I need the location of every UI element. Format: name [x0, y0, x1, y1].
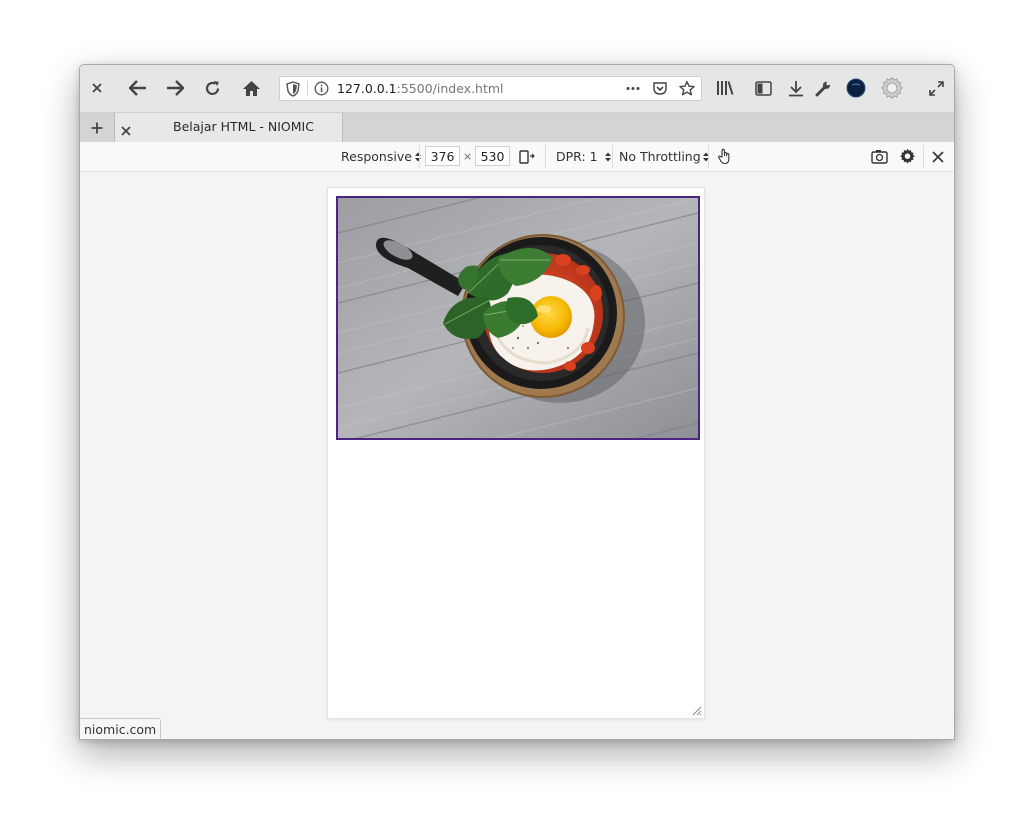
- device-viewport[interactable]: [328, 188, 704, 718]
- device-selector[interactable]: Responsive: [341, 142, 421, 171]
- tab-active[interactable]: Belajar HTML - NIOMIC: [114, 113, 343, 142]
- forward-arrow-icon[interactable]: [164, 77, 186, 99]
- close-rdm-icon[interactable]: [932, 142, 944, 171]
- page-actions-more-icon[interactable]: [625, 80, 641, 101]
- url-bar[interactable]: 127.0.0.1:5500/index.html: [279, 76, 702, 101]
- wrench-icon[interactable]: [812, 77, 834, 99]
- responsive-design-toolbar: Responsive 376 × 530 DPR: 1 No Throttlin…: [80, 142, 954, 172]
- pocket-icon[interactable]: [652, 80, 668, 101]
- tab-close-icon[interactable]: [121, 121, 131, 140]
- home-icon[interactable]: [240, 77, 262, 99]
- browser-toolbar: 127.0.0.1:5500/index.html: [80, 65, 954, 113]
- touch-simulation-icon[interactable]: [717, 142, 732, 171]
- toolbar-divider: [612, 145, 613, 168]
- rotate-viewport-icon[interactable]: [519, 142, 536, 171]
- tracking-shield-icon[interactable]: [286, 81, 300, 101]
- device-selector-label: Responsive: [341, 149, 412, 164]
- food-image: [338, 198, 698, 438]
- library-icon[interactable]: [714, 77, 736, 99]
- viewport-width-input[interactable]: 376: [425, 146, 460, 166]
- bookmark-star-icon[interactable]: [679, 80, 695, 101]
- toolbar-divider: [708, 145, 709, 168]
- download-icon[interactable]: [785, 77, 807, 99]
- tab-title: Belajar HTML - NIOMIC: [173, 119, 314, 134]
- status-bar-link: niomic.com: [80, 718, 162, 739]
- dpr-label: DPR: 1: [556, 149, 598, 164]
- throttling-selector[interactable]: No Throttling: [619, 142, 709, 171]
- tab-strip: Belajar HTML - NIOMIC: [80, 113, 954, 143]
- site-info-icon[interactable]: [314, 81, 329, 100]
- url-separator: [307, 81, 308, 96]
- updown-arrows-icon: [604, 152, 611, 161]
- resize-grip-icon[interactable]: [691, 705, 702, 716]
- url-text[interactable]: 127.0.0.1:5500/index.html: [337, 80, 504, 97]
- viewport-height-input[interactable]: 530: [475, 146, 510, 166]
- settings-gear-icon[interactable]: [880, 76, 904, 100]
- toolbar-divider: [419, 145, 420, 168]
- new-tab-button[interactable]: [86, 118, 108, 138]
- toolbar-divider: [545, 145, 546, 168]
- dimension-times-symbol: ×: [463, 150, 473, 163]
- url-path: :5500/index.html: [396, 81, 504, 96]
- toolbar-divider: [923, 145, 924, 168]
- url-host: 127.0.0.1: [337, 81, 397, 96]
- throttling-label: No Throttling: [619, 149, 701, 164]
- fullscreen-icon[interactable]: [925, 77, 947, 99]
- browser-window: 127.0.0.1:5500/index.html Belajar HTML -…: [79, 64, 955, 740]
- dpr-selector[interactable]: DPR: 1: [556, 142, 611, 171]
- reload-icon[interactable]: [201, 77, 223, 99]
- screenshot-camera-icon[interactable]: [871, 142, 888, 171]
- back-arrow-icon[interactable]: [127, 77, 149, 99]
- close-icon[interactable]: [86, 77, 108, 99]
- updown-arrows-icon: [414, 152, 421, 161]
- responsive-viewport-area: [80, 172, 954, 739]
- rdm-settings-gear-icon[interactable]: [899, 142, 916, 171]
- food-photo: [336, 196, 700, 440]
- account-avatar-icon[interactable]: [845, 77, 867, 99]
- sidebar-icon[interactable]: [752, 77, 774, 99]
